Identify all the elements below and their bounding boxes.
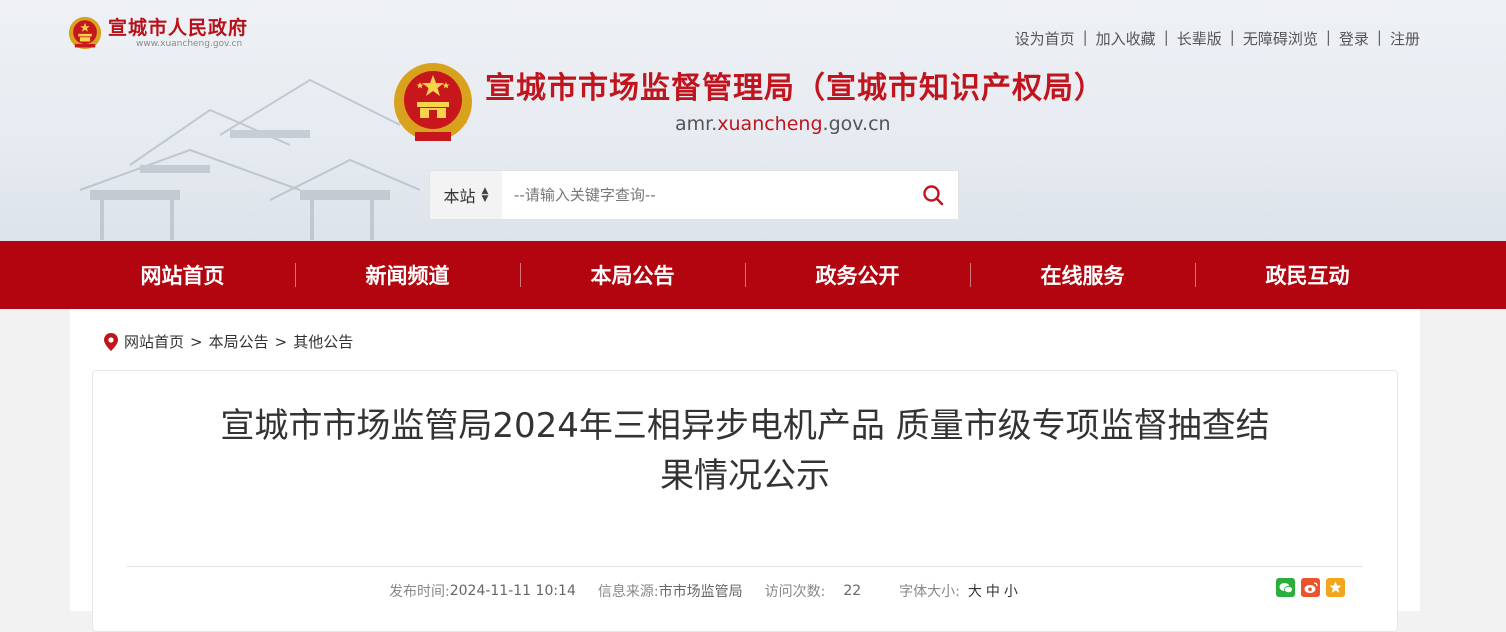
source-value: 市市场监管局 <box>658 584 743 600</box>
top-links: 设为首页 | 加入收藏 | 长辈版 | 无障碍浏览 | 登录 | 注册 <box>1015 28 1420 49</box>
accessibility-link[interactable]: 无障碍浏览 <box>1243 28 1318 49</box>
font-size-label: 字体大小: <box>899 584 960 600</box>
nav-item-government-affairs[interactable]: 政务公开 <box>745 241 970 309</box>
nav-item-home[interactable]: 网站首页 <box>70 241 295 309</box>
breadcrumb-home[interactable]: 网站首页 <box>124 331 184 352</box>
font-size-small[interactable]: 小 <box>1004 581 1018 601</box>
nav-item-online-services[interactable]: 在线服务 <box>970 241 1195 309</box>
search-button[interactable] <box>908 171 958 219</box>
architecture-illustration <box>79 78 421 240</box>
font-size-medium[interactable]: 中 <box>986 581 1000 601</box>
gov-url: www.xuancheng.gov.cn <box>136 39 243 49</box>
main-content: 网站首页 > 本局公告 > 其他公告 宣城市市场监管局2024年三相异步电机产品… <box>70 309 1420 632</box>
breadcrumb-separator: > <box>274 332 288 351</box>
nav-item-announcements[interactable]: 本局公告 <box>520 241 745 309</box>
publish-time: 2024-11-11 10:14 <box>449 583 576 599</box>
article-card: 宣城市市场监管局2024年三相异步电机产品 质量市级专项监督抽查结果情况公示 发… <box>92 370 1398 632</box>
nav-item-interaction[interactable]: 政民互动 <box>1195 241 1420 309</box>
breadcrumb-announcements[interactable]: 本局公告 <box>209 331 269 352</box>
search-icon <box>923 185 944 206</box>
weibo-icon[interactable] <box>1301 578 1320 597</box>
search-input[interactable] <box>502 172 908 218</box>
elderly-version-link[interactable]: 长辈版 <box>1177 28 1222 49</box>
search-scope-select[interactable]: 本站 ▲ ▼ <box>430 171 502 219</box>
publish-time-label: 发布时间: <box>389 584 450 600</box>
separator: | <box>1082 28 1088 46</box>
nav-item-news[interactable]: 新闻频道 <box>295 241 520 309</box>
register-link[interactable]: 注册 <box>1390 28 1420 49</box>
login-link[interactable]: 登录 <box>1339 28 1369 49</box>
national-emblem-icon <box>68 16 102 50</box>
breadcrumb: 网站首页 > 本局公告 > 其他公告 <box>104 331 353 352</box>
visits-count: 22 <box>843 583 862 599</box>
article-meta: 发布时间: 2024-11-11 10:14 信息来源: 市市场监管局 访问次数… <box>389 581 1022 601</box>
sort-arrows-icon: ▲ ▼ <box>481 186 489 204</box>
separator: | <box>1325 28 1331 46</box>
site-logo[interactable]: 宣城市市场监督管理局（宣城市知识产权局） amr.xuancheng.gov.c… <box>393 62 1105 144</box>
separator: | <box>1163 28 1169 46</box>
divider <box>127 566 1363 567</box>
set-homepage-link[interactable]: 设为首页 <box>1015 28 1075 49</box>
separator: | <box>1229 28 1235 46</box>
site-title: 宣城市市场监督管理局（宣城市知识产权局） <box>485 71 1105 106</box>
visits-label: 访问次数: <box>764 584 826 600</box>
breadcrumb-separator: > <box>190 332 203 351</box>
national-emblem-icon <box>394 63 472 141</box>
search-bar: 本站 ▲ ▼ <box>430 171 958 219</box>
source-label: 信息来源: <box>597 584 659 600</box>
separator: | <box>1376 28 1382 46</box>
gov-logo[interactable]: 宣城市人民政府 www.xuancheng.gov.cn <box>68 16 248 50</box>
font-size-large[interactable]: 大 <box>968 581 982 601</box>
site-domain: amr.xuancheng.gov.cn <box>675 113 891 135</box>
share-buttons <box>1270 578 1345 597</box>
article-title: 宣城市市场监管局2024年三相异步电机产品 质量市级专项监督抽查结果情况公示 <box>220 406 1270 496</box>
wechat-icon[interactable] <box>1276 578 1295 597</box>
site-header: 宣城市人民政府 www.xuancheng.gov.cn 设为首页 | 加入收藏… <box>0 0 1506 241</box>
search-scope-label: 本站 <box>443 187 476 206</box>
main-nav: 网站首页 新闻频道 本局公告 政务公开 在线服务 政民互动 <box>0 241 1506 309</box>
favorite-icon[interactable] <box>1326 578 1345 597</box>
gov-name: 宣城市人民政府 <box>108 17 249 39</box>
location-pin-icon <box>104 332 118 351</box>
breadcrumb-other-announcements[interactable]: 其他公告 <box>293 331 353 352</box>
add-favorite-link[interactable]: 加入收藏 <box>1096 28 1156 49</box>
